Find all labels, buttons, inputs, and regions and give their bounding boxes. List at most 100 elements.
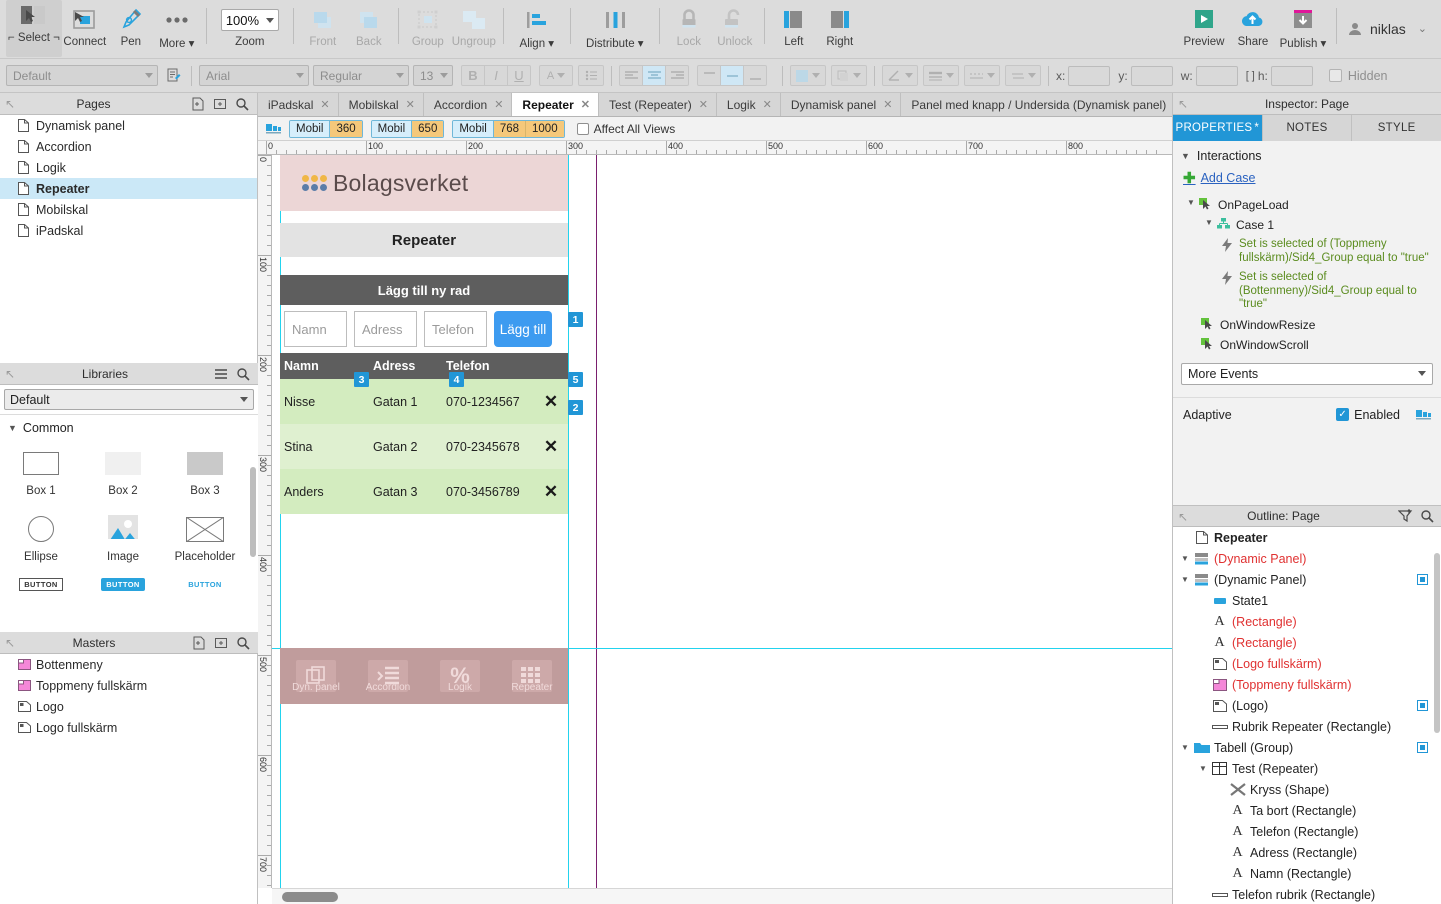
line-dash-button[interactable] <box>964 65 1000 86</box>
outline-visibility-toggle[interactable] <box>1417 700 1428 711</box>
master-item-logo[interactable]: Logo <box>0 696 258 717</box>
tab-dynamisk-panel[interactable]: Dynamisk panel ✕ <box>780 93 902 116</box>
bottom-menu-item-repeater[interactable]: Repeater <box>496 648 568 704</box>
h-input[interactable] <box>1270 65 1313 86</box>
align-center-button[interactable] <box>642 65 666 86</box>
table-row[interactable]: Stina Gatan 2 070-2345678 ✕ <box>280 424 568 469</box>
close-icon[interactable]: ✕ <box>320 98 329 111</box>
bottom-menu-item-dyn-panel[interactable]: Dyn. panel <box>280 648 352 704</box>
tab-panel-med-knapp-undersida-dynamisk-panel[interactable]: Panel med knapp / Undersida (Dynamisk pa… <box>901 93 1192 116</box>
pin-right-button[interactable]: Right <box>817 0 863 57</box>
outline-item[interactable]: (Logo) <box>1173 695 1441 716</box>
outline-item[interactable]: ▼ Test (Repeater) <box>1173 758 1441 779</box>
library-select[interactable]: Default <box>4 389 254 410</box>
chevron-down-icon[interactable]: ▼ <box>1199 764 1211 773</box>
font-size-select[interactable]: 13 <box>413 65 453 86</box>
telefon-input[interactable]: Telefon <box>424 311 487 347</box>
lock-ratio-icon[interactable]: [ ] <box>1246 70 1255 82</box>
chevron-down-icon[interactable]: ▼ <box>1181 554 1193 563</box>
library-widget[interactable]: Box 1 <box>0 439 82 505</box>
library-widget[interactable]: BUTTON <box>0 571 82 603</box>
library-widget[interactable]: Box 2 <box>82 439 164 505</box>
italic-button[interactable]: I <box>484 65 508 86</box>
chevron-down-icon[interactable]: ▼ <box>1181 575 1193 584</box>
close-icon[interactable]: ✕ <box>763 98 772 111</box>
tab-style[interactable]: STYLE <box>1352 115 1441 141</box>
tab-mobilskal[interactable]: Mobilskal ✕ <box>338 93 424 116</box>
tab-logik[interactable]: Logik ✕ <box>716 93 781 116</box>
adaptive-view-mobil-768[interactable]: Mobil 768 1000 <box>452 119 565 138</box>
connect-tool[interactable]: Connect <box>62 0 108 57</box>
affect-all-views-checkbox[interactable]: Affect All Views <box>576 122 675 136</box>
page-item-accordion[interactable]: Accordion <box>0 136 257 157</box>
close-icon[interactable]: ✕ <box>406 98 415 111</box>
namn-input[interactable]: Namn <box>284 311 347 347</box>
outline-item[interactable]: Kryss (Shape) <box>1173 779 1441 800</box>
library-widget[interactable]: BUTTON <box>164 571 246 603</box>
annotation-badge-5[interactable]: 5 <box>568 372 583 387</box>
share-button[interactable]: Share <box>1230 0 1276 57</box>
guide-vertical-page-edge[interactable] <box>596 155 597 888</box>
tab-ipadskal[interactable]: iPadskal ✕ <box>258 93 339 116</box>
page-item-repeater[interactable]: Repeater <box>0 178 257 199</box>
library-widget[interactable]: Box 3 <box>164 439 246 505</box>
collapse-icon[interactable]: ↖ <box>5 636 15 650</box>
canvas-horizontal-scrollbar[interactable] <box>272 888 1172 904</box>
search-icon[interactable] <box>231 93 253 115</box>
tab-repeater[interactable]: Repeater ✕ <box>512 93 599 116</box>
outline-scrollbar[interactable] <box>1434 553 1440 733</box>
h-coord-field[interactable]: h: <box>1258 65 1319 86</box>
annotation-badge-4[interactable]: 4 <box>449 372 464 387</box>
interactions-section-header[interactable]: ▼ Interactions <box>1173 141 1441 169</box>
publish-button[interactable]: Publish ▾ <box>1276 0 1330 57</box>
page-item-mobilskal[interactable]: Mobilskal <box>0 199 257 220</box>
adaptive-view-mobil-360[interactable]: Mobil 360 <box>289 119 363 138</box>
event-onwindowscroll[interactable]: OnWindowScroll <box>1173 335 1441 355</box>
master-item-logo-fullskärm[interactable]: Logo fullskärm <box>0 717 258 738</box>
filter-icon[interactable] <box>1394 505 1416 527</box>
align-right-button[interactable] <box>665 65 689 86</box>
bottom-menu-master[interactable]: Dyn. panel Accordion % Logik Repeater <box>280 648 568 704</box>
align-button[interactable]: Align ▾ <box>510 0 564 57</box>
underline-button[interactable]: U <box>507 65 531 86</box>
zoom-control[interactable]: 100% Zoom <box>213 0 287 57</box>
search-icon[interactable] <box>232 632 254 654</box>
account-menu[interactable]: niklas ⌄ <box>1343 0 1441 57</box>
outline-item[interactable]: Telefon rubrik (Rectangle) <box>1173 884 1441 904</box>
tab-accordion[interactable]: Accordion ✕ <box>423 93 513 116</box>
table-row[interactable]: Anders Gatan 3 070-3456789 ✕ <box>280 469 568 514</box>
font-color-button[interactable]: A <box>539 65 573 86</box>
outline-item[interactable]: A (Rectangle) <box>1173 632 1441 653</box>
library-widget[interactable]: Image <box>82 505 164 571</box>
shadow-button[interactable] <box>831 65 867 86</box>
library-widget[interactable]: Ellipse <box>0 505 82 571</box>
collapse-icon[interactable]: ↖ <box>1178 510 1188 524</box>
pen-tool[interactable]: Pen <box>108 0 154 57</box>
delete-row-icon[interactable]: ✕ <box>534 392 568 412</box>
close-icon[interactable]: ✕ <box>699 98 708 111</box>
w-coord-field[interactable]: w: <box>1181 65 1244 86</box>
tab-test-repeater[interactable]: Test (Repeater) ✕ <box>598 93 717 116</box>
outline-item[interactable]: ▼ Tabell (Group) <box>1173 737 1441 758</box>
tab-notes[interactable]: NOTES <box>1262 115 1353 141</box>
line-arrow-button[interactable] <box>1005 65 1041 86</box>
send-back-button[interactable]: Back <box>346 0 392 57</box>
outline-visibility-toggle[interactable] <box>1417 742 1428 753</box>
outline-item[interactable]: (Logo fullskärm) <box>1173 653 1441 674</box>
valign-bottom-button[interactable] <box>743 65 767 86</box>
chevron-down-icon[interactable]: ▼ <box>1181 743 1193 752</box>
bottom-menu-item-accordion[interactable]: Accordion <box>352 648 424 704</box>
library-widget[interactable]: BUTTON <box>82 571 164 603</box>
library-category[interactable]: ▼ Common <box>0 415 258 439</box>
outline-item[interactable]: Repeater <box>1173 527 1441 548</box>
close-icon[interactable]: ✕ <box>494 98 503 111</box>
add-page-icon[interactable] <box>187 93 209 115</box>
outline-item[interactable]: Rubrik Repeater (Rectangle) <box>1173 716 1441 737</box>
preview-button[interactable]: Preview <box>1178 0 1230 57</box>
distribute-button[interactable]: Distribute ▾ <box>577 0 653 57</box>
y-coord-field[interactable]: y: <box>1118 65 1178 86</box>
x-input[interactable] <box>1068 65 1111 86</box>
style-select[interactable]: Default <box>6 65 158 86</box>
add-case-link[interactable]: ✚ Add Case <box>1173 169 1441 187</box>
bring-front-button[interactable]: Front <box>300 0 346 57</box>
